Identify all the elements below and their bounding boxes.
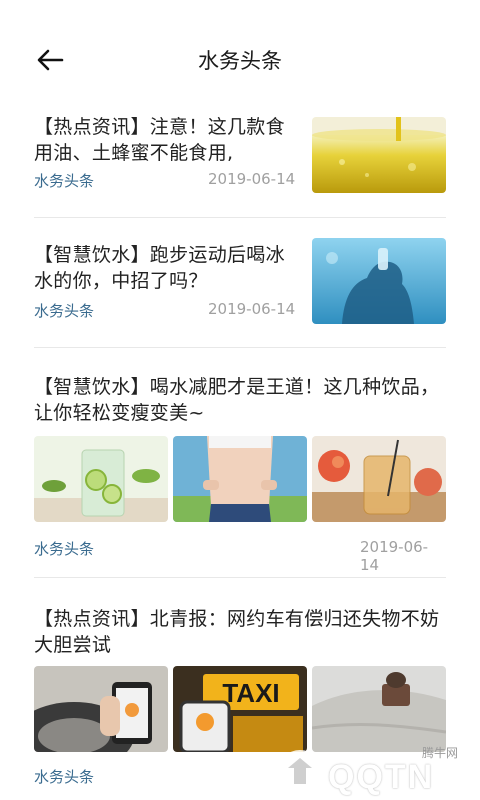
news-source: 水务头条 — [34, 172, 95, 190]
news-date: 2019-06-14 — [208, 170, 296, 188]
drinking-water-thumbnail — [312, 238, 446, 324]
news-source: 水务头条 — [34, 302, 95, 320]
news-title: 【热点资讯】北青报：网约车有偿归还失物不妨大胆尝试 — [34, 608, 440, 656]
taxi-sign-text: TAXI — [222, 678, 279, 708]
page-title: 水务头条 — [198, 49, 282, 73]
news-source: 水务头条 — [34, 540, 95, 558]
cooking-oil-thumbnail — [312, 117, 446, 193]
news-title: 【智慧饮水】跑步运动后喝冰水的你，中招了吗？ — [34, 244, 285, 292]
divider — [34, 577, 446, 578]
divider — [34, 217, 446, 218]
watermark-brand: QQTN — [328, 758, 435, 796]
site-watermark: 腾牛网 QQTN — [270, 738, 480, 800]
ride-hailing-phone-thumbnail — [34, 666, 168, 752]
news-date: 2019-06-14 — [208, 300, 296, 318]
news-date: 2019-06-14 — [360, 538, 429, 574]
divider — [34, 347, 446, 348]
news-title: 【智慧饮水】喝水减肥才是王道！这几种饮品，让你轻松变瘦变美~ — [34, 376, 440, 424]
app-header: 水务头条 — [0, 0, 480, 110]
lime-water-thumbnail — [34, 436, 168, 522]
news-title: 【热点资讯】注意！这几款食用油、土蜂蜜不能食用, — [34, 116, 285, 164]
fitness-waist-thumbnail — [173, 436, 307, 522]
news-source: 水务头条 — [34, 768, 95, 786]
fruit-tea-thumbnail — [312, 436, 446, 522]
